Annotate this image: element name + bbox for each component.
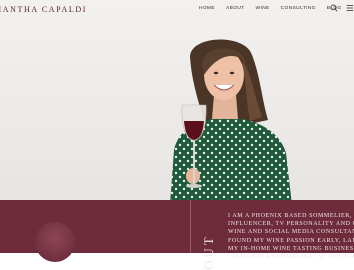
brand-logo[interactable]: MANTHA CAPALDI — [0, 5, 87, 14]
about-title: OUT — [201, 234, 216, 270]
about-photo — [35, 222, 75, 262]
hero-portrait — [170, 39, 292, 200]
about-divider — [190, 200, 191, 253]
nav-about[interactable]: ABOUT — [226, 6, 245, 11]
search-icon[interactable] — [330, 4, 338, 12]
nav-consulting[interactable]: CONSULTING — [281, 6, 316, 11]
about-bio: I AM A PHOENIX BASED SOMMELIER, INFLUENC… — [228, 213, 354, 261]
hero-section: MANTHA CAPALDI HOME ABOUT WINE CONSULTIN… — [0, 0, 354, 200]
nav-home[interactable]: HOME — [199, 6, 215, 11]
nav-wine[interactable]: WINE — [256, 6, 270, 11]
menu-icon[interactable] — [346, 4, 354, 12]
header-icons — [330, 4, 354, 12]
